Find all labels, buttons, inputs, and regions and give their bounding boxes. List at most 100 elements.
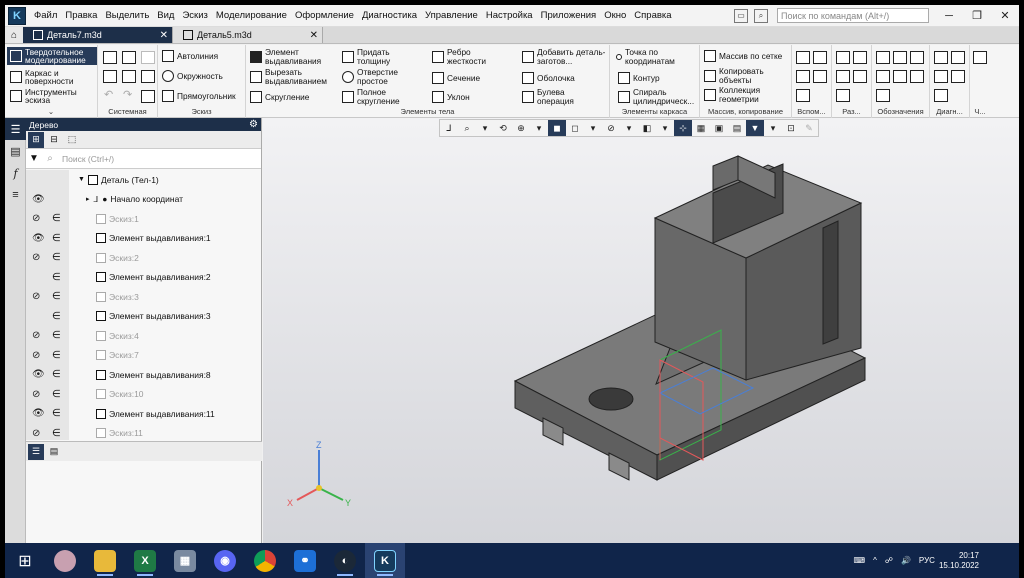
shell-button[interactable]: Оболочка <box>522 72 575 84</box>
start-button[interactable]: ⊞ <box>5 543 45 578</box>
text-icon[interactable] <box>893 70 907 83</box>
properties-panel-icon[interactable]: ▤ <box>5 140 26 162</box>
tree-row[interactable]: ∈ Элемент выдавливания:3 <box>26 306 262 326</box>
properties-icon[interactable] <box>141 90 155 103</box>
curvature-icon[interactable] <box>934 89 948 102</box>
ribbon-expand-icon[interactable]: ⌄ <box>5 107 97 116</box>
layout3-icon[interactable]: ▤ <box>728 120 746 136</box>
filter-icon[interactable]: ▼ <box>26 153 42 164</box>
menu-file[interactable]: Файл <box>30 10 61 21</box>
pen-icon[interactable]: ✎ <box>800 120 818 136</box>
include-icon[interactable]: ∈ <box>52 369 61 380</box>
layout2-icon[interactable]: ▣ <box>710 120 728 136</box>
tree-view-icon[interactable]: ☰ <box>28 443 44 460</box>
taskbar-excel[interactable]: X <box>125 543 165 578</box>
new-doc-icon[interactable] <box>103 51 117 64</box>
include-icon[interactable]: ∈ <box>52 350 61 361</box>
variables-panel-icon[interactable]: f <box>5 162 26 184</box>
draft-button[interactable]: Уклон <box>432 91 470 103</box>
open-icon[interactable] <box>122 51 136 64</box>
mark-icon[interactable] <box>910 70 924 83</box>
eye-hidden-icon[interactable]: ⊘ <box>32 291 44 302</box>
radial-dim-icon[interactable] <box>853 51 867 64</box>
tree-row[interactable]: ⊘ ∈ Эскиз:4 <box>26 326 262 346</box>
tree-struct2-icon[interactable]: ⊟ <box>46 132 62 148</box>
include-icon[interactable]: ∈ <box>52 311 61 322</box>
rotate-icon[interactable]: ⟲ <box>494 120 512 136</box>
menu-window[interactable]: Окно <box>600 10 630 21</box>
save-icon[interactable] <box>141 51 155 64</box>
taskbar-kompas[interactable]: K <box>365 543 405 578</box>
tree-row[interactable]: ⊘ ∈ Эскиз:11 <box>26 423 262 440</box>
mode-solid-modeling[interactable]: Твердотельное моделирование <box>7 47 97 65</box>
tray-chevron-icon[interactable]: ^ <box>873 556 877 565</box>
language-indicator[interactable]: РУС <box>919 556 935 565</box>
copy-icon[interactable] <box>122 70 136 83</box>
roughness-icon[interactable] <box>893 51 907 64</box>
extrude-button[interactable]: Элемент выдавливания <box>250 48 336 66</box>
minimize-icon[interactable]: ─ <box>935 10 963 22</box>
tree-structure-icon[interactable]: ⊞ <box>28 131 44 148</box>
measure-icon[interactable] <box>934 51 948 64</box>
expand-icon[interactable]: ▼ <box>78 176 85 183</box>
plane-icon[interactable] <box>796 51 810 64</box>
tree-list-icon[interactable]: ▤ <box>46 444 62 460</box>
clock[interactable]: 20:17 15.10.2022 <box>939 551 979 571</box>
print-icon[interactable] <box>103 70 117 83</box>
mode-wireframe[interactable]: Каркас и поверхности <box>10 69 96 85</box>
zoom-dropdown-icon[interactable]: ▾ <box>476 120 494 136</box>
mode-sketch-tools[interactable]: Инструменты эскиза <box>10 88 96 104</box>
section-view-icon[interactable]: ◧ <box>638 120 656 136</box>
display-dropdown-icon[interactable]: ▾ <box>584 120 602 136</box>
angle-dim-icon[interactable] <box>836 70 850 83</box>
thicken-button[interactable]: Придать толщину <box>342 48 422 66</box>
include-icon[interactable]: ∈ <box>52 233 61 244</box>
tree-row[interactable]: ⊘ ∈ Эскиз:1 <box>26 209 262 229</box>
eye-hidden-icon[interactable]: ⊘ <box>32 389 44 400</box>
menu-view[interactable]: Вид <box>153 10 178 21</box>
measure-view-icon[interactable]: ⊡ <box>782 120 800 136</box>
paste-icon[interactable] <box>141 70 155 83</box>
tab-close-icon[interactable]: ✕ <box>310 30 318 41</box>
include-icon[interactable]: ∈ <box>52 252 61 263</box>
tree-row[interactable]: 👁 ∈ Элемент выдавливания:11 <box>26 404 262 424</box>
menu-format[interactable]: Оформление <box>291 10 358 21</box>
layers-panel-icon[interactable]: ≡ <box>5 184 26 206</box>
filter-dropdown-icon[interactable]: ▾ <box>764 120 782 136</box>
eye-icon[interactable]: 👁 <box>32 369 45 380</box>
view-cs-icon[interactable]: ⅃ <box>440 120 458 136</box>
hide-dropdown-icon[interactable]: ▾ <box>620 120 638 136</box>
copy-objects-button[interactable]: Копировать объекты <box>704 67 784 85</box>
tree-root[interactable]: ▼ Деталь (Тел-1) <box>26 170 262 190</box>
include-icon[interactable]: ∈ <box>52 408 61 419</box>
snap-icon[interactable]: ⊹ <box>674 120 692 136</box>
gear-icon[interactable]: ⚙ <box>249 119 258 130</box>
cut-extrude-button[interactable]: Вырезать выдавливанием <box>250 68 340 86</box>
tree-row[interactable]: ⊘ ∈ Эскиз:7 <box>26 345 262 365</box>
zoom-icon[interactable]: ⌕ <box>458 120 476 136</box>
taskbar-steam[interactable]: ◐ <box>325 543 365 578</box>
taskbar-calculator[interactable]: ▦ <box>165 543 205 578</box>
grid-array-button[interactable]: Массив по сетке <box>704 50 782 62</box>
volume-icon[interactable]: 🔊 <box>901 556 911 565</box>
line-aux-icon[interactable] <box>796 89 810 102</box>
collapse-icon[interactable]: ▸ <box>86 195 90 203</box>
collision-icon[interactable] <box>951 70 965 83</box>
taskbar-chrome[interactable] <box>245 543 285 578</box>
spiral-button[interactable]: Спираль цилиндрическ... <box>618 88 700 106</box>
tree-row[interactable]: ⊘ ∈ Эскиз:10 <box>26 384 262 404</box>
base-icon[interactable] <box>910 51 924 64</box>
menu-apps[interactable]: Приложения <box>537 10 601 21</box>
orient-dropdown-icon[interactable]: ▾ <box>530 120 548 136</box>
panel-toggle-icon[interactable]: ▭ <box>734 8 748 23</box>
include-icon[interactable]: ∈ <box>52 213 61 224</box>
axis-icon[interactable] <box>813 51 827 64</box>
tree-row[interactable]: ⊘ ∈ Эскиз:3 <box>26 287 262 307</box>
menu-settings[interactable]: Настройка <box>482 10 537 21</box>
section-dropdown-icon[interactable]: ▾ <box>656 120 674 136</box>
tree-row[interactable]: ⊘ ∈ Эскиз:2 <box>26 248 262 268</box>
add-blank-button[interactable]: Добавить деталь-заготов... <box>522 48 608 66</box>
eye-hidden-icon[interactable]: ⊘ <box>32 252 44 263</box>
redo-icon[interactable]: ↷ <box>123 88 132 101</box>
orient-icon[interactable]: ⊕ <box>512 120 530 136</box>
